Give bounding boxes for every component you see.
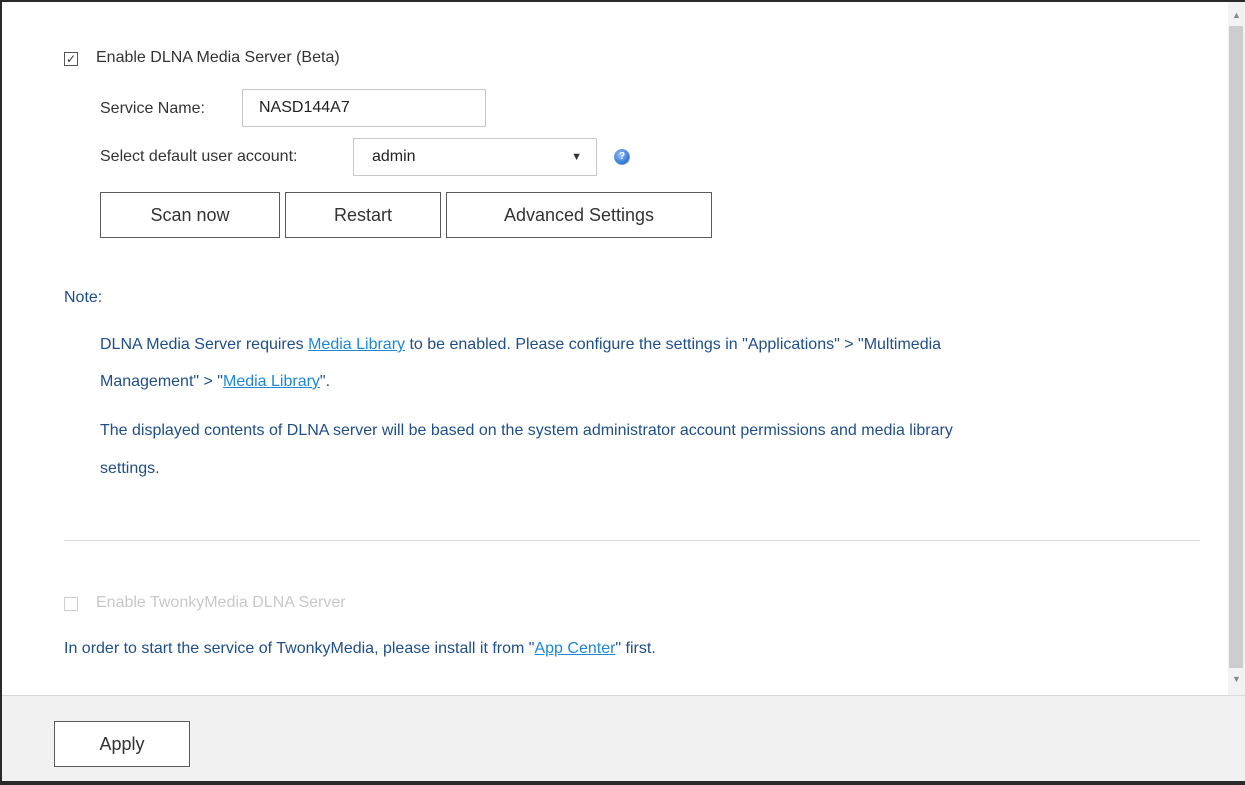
scroll-up-arrow-icon[interactable]: ▲ xyxy=(1228,8,1245,22)
twonky-install-text: In order to start the service of TwonkyM… xyxy=(64,640,656,658)
enable-twonky-label: Enable TwonkyMedia DLNA Server xyxy=(96,594,346,611)
note-line-2-pre: Management" > " xyxy=(100,373,223,390)
enable-dlna-label: Enable DLNA Media Server (Beta) xyxy=(96,49,340,66)
chevron-down-icon: ▼ xyxy=(571,151,582,163)
note-line-4: settings. xyxy=(100,460,160,477)
service-name-label: Service Name: xyxy=(100,100,205,117)
vertical-scrollbar[interactable]: ▲ ▼ xyxy=(1228,2,1245,695)
enable-twonky-checkbox[interactable] xyxy=(64,597,78,611)
help-icon[interactable]: ? xyxy=(614,149,630,165)
settings-panel: ✓ Enable DLNA Media Server (Beta) Servic… xyxy=(2,2,1228,695)
note-line-2-post: ". xyxy=(319,373,331,390)
note-line-1-pre: DLNA Media Server requires xyxy=(100,336,309,353)
note-title: Note: xyxy=(64,289,103,306)
advanced-settings-button[interactable]: Advanced Settings xyxy=(446,192,712,238)
twonky-install-pre: In order to start the service of TwonkyM… xyxy=(64,640,535,657)
note-line-1-post: to be enabled. Please configure the sett… xyxy=(405,336,942,353)
media-library-link[interactable]: Media Library xyxy=(308,336,405,353)
footer-bar: Apply xyxy=(2,695,1245,782)
note-line-1: DLNA Media Server requires Media Library… xyxy=(100,336,941,354)
note-line-2: Management" > "Media Library". xyxy=(100,373,330,391)
user-account-select[interactable]: admin ▼ xyxy=(353,138,597,176)
restart-button[interactable]: Restart xyxy=(285,192,441,238)
scroll-thumb[interactable] xyxy=(1229,26,1243,668)
user-account-value: admin xyxy=(372,148,416,165)
service-name-input[interactable]: NASD144A7 xyxy=(242,89,486,127)
twonky-install-post: " first. xyxy=(615,640,656,657)
note-line-3: The displayed contents of DLNA server wi… xyxy=(100,422,953,439)
scroll-down-arrow-icon[interactable]: ▼ xyxy=(1228,672,1245,686)
window-frame-bottom xyxy=(0,781,1245,785)
apply-button[interactable]: Apply xyxy=(54,721,190,767)
media-library-link-2[interactable]: Media Library xyxy=(223,373,320,390)
enable-dlna-checkbox[interactable]: ✓ xyxy=(64,52,78,66)
app-center-link[interactable]: App Center xyxy=(534,640,615,657)
scan-now-button[interactable]: Scan now xyxy=(100,192,280,238)
user-account-label: Select default user account: xyxy=(100,148,298,165)
section-divider xyxy=(64,540,1200,541)
